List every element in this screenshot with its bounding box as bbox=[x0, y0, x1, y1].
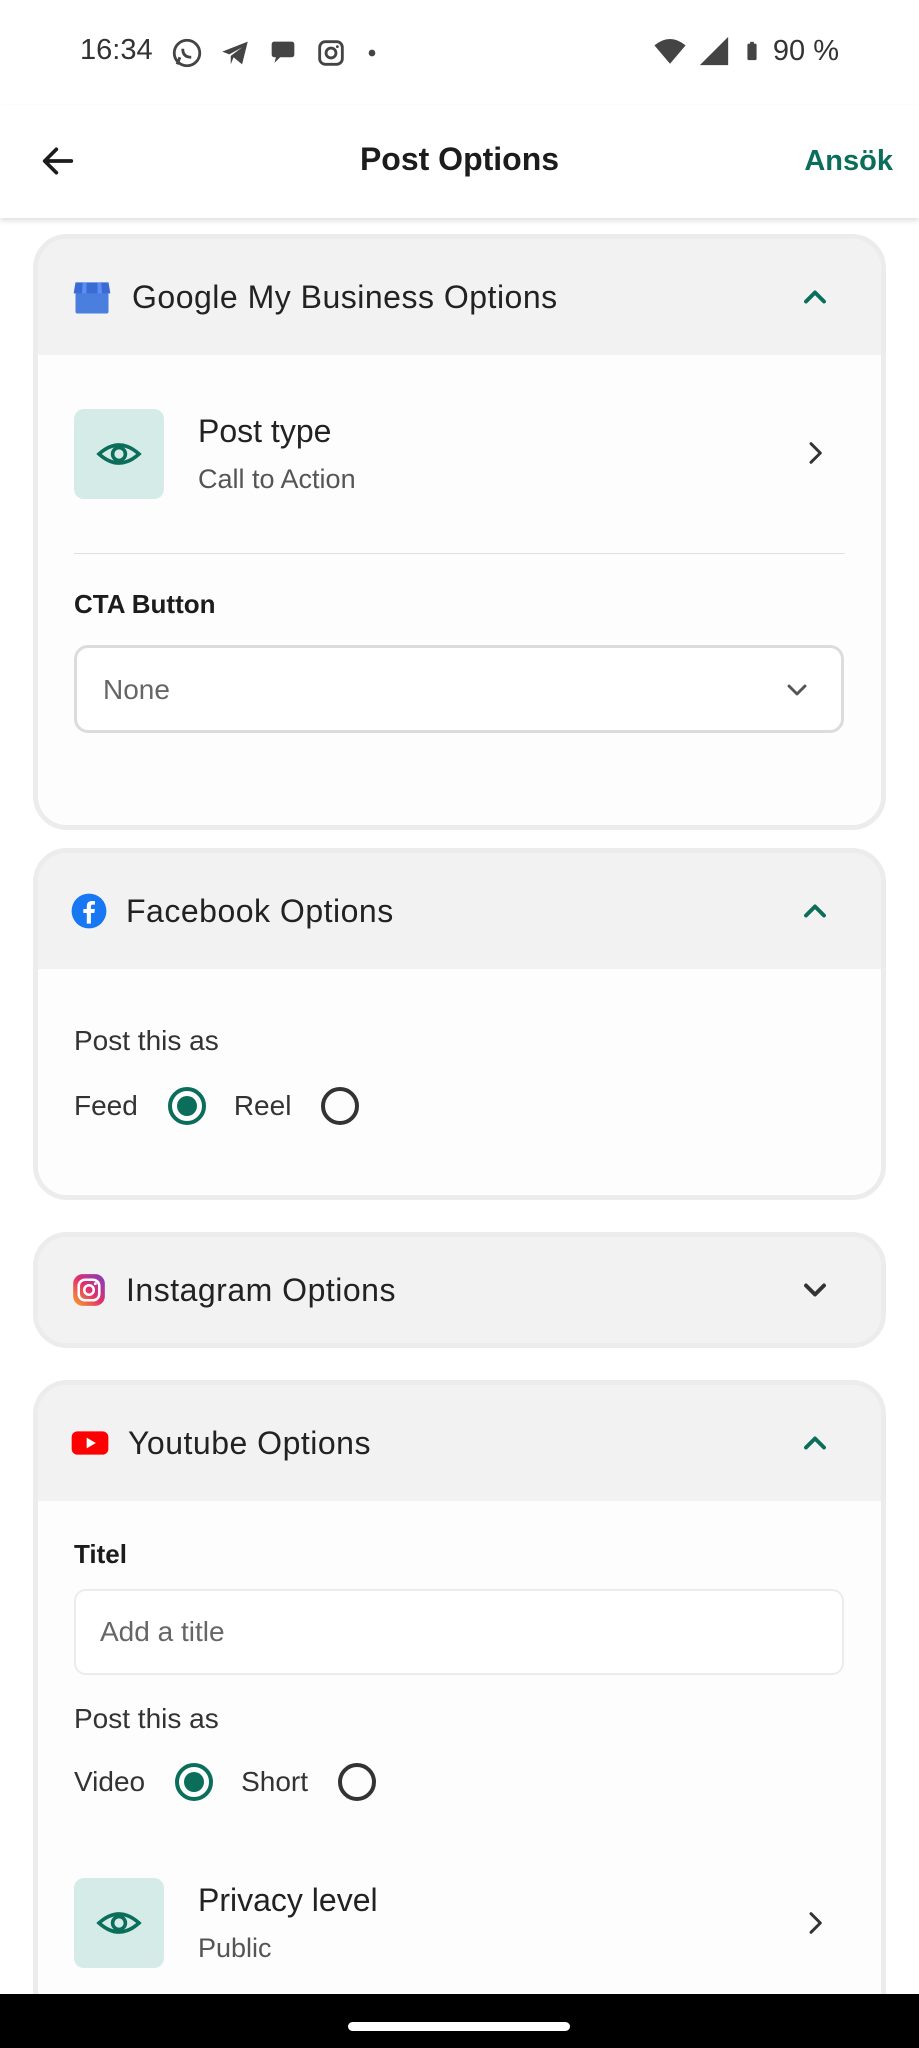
youtube-icon bbox=[71, 1431, 109, 1455]
system-icons: 90 % bbox=[653, 34, 839, 68]
youtube-post-as-label: Post this as bbox=[74, 1703, 219, 1734]
status-bar: 16:34 90 % bbox=[0, 0, 919, 105]
post-type-icon-box bbox=[74, 409, 164, 499]
signal-icon bbox=[699, 36, 729, 66]
chevron-down-icon bbox=[787, 684, 807, 696]
facebook-options-title: Facebook Options bbox=[126, 892, 394, 929]
system-nav-bar bbox=[0, 1994, 919, 2048]
gmb-options-title: Google My Business Options bbox=[132, 278, 558, 315]
instagram-icon bbox=[318, 40, 344, 66]
instagram-options-card: Instagram Options bbox=[33, 1232, 886, 1348]
cta-button-label: CTA Button bbox=[74, 589, 216, 619]
radio-video[interactable] bbox=[175, 1763, 214, 1801]
youtube-options-body: Titel Post this as Video Short Privacy l… bbox=[38, 1501, 881, 1994]
post-type-value: Call to Action bbox=[198, 464, 356, 494]
instagram-options-title: Instagram Options bbox=[126, 1271, 396, 1308]
instagram-icon bbox=[73, 1274, 105, 1306]
privacy-icon-box bbox=[74, 1878, 164, 1968]
facebook-post-as-radios: Feed Reel bbox=[74, 1087, 360, 1125]
youtube-options-header[interactable]: Youtube Options bbox=[38, 1385, 881, 1501]
radio-label-reel: Reel bbox=[233, 1090, 292, 1121]
gmb-options-card: Google My Business Options Post type Cal… bbox=[33, 234, 886, 830]
gmb-options-body: Post type Call to Action CTA Button None bbox=[38, 355, 881, 825]
youtube-options-title: Youtube Options bbox=[128, 1424, 371, 1461]
chevron-down-icon[interactable] bbox=[797, 1272, 833, 1308]
home-gesture-handle[interactable] bbox=[348, 2022, 570, 2031]
radio-label-feed: Feed bbox=[74, 1090, 138, 1121]
post-type-row[interactable]: Post type Call to Action bbox=[38, 355, 881, 553]
facebook-options-header[interactable]: Facebook Options bbox=[38, 853, 881, 969]
youtube-title-label: Titel bbox=[74, 1539, 127, 1569]
cta-select-value: None bbox=[103, 674, 170, 705]
notification-icons bbox=[170, 36, 382, 70]
facebook-options-body: Post this as Feed Reel bbox=[38, 969, 881, 1195]
chevron-right-icon bbox=[809, 1912, 822, 1934]
divider bbox=[74, 553, 845, 554]
privacy-level-value: Public bbox=[198, 1933, 272, 1963]
privacy-level-title: Privacy level bbox=[198, 1882, 378, 1918]
chevron-up-icon[interactable] bbox=[797, 279, 833, 315]
wifi-icon bbox=[654, 38, 686, 64]
battery-icon bbox=[747, 41, 757, 61]
telegram-icon bbox=[222, 41, 248, 65]
instagram-options-header[interactable]: Instagram Options bbox=[38, 1237, 881, 1343]
youtube-title-input[interactable] bbox=[74, 1589, 844, 1675]
options-list[interactable]: Google My Business Options Post type Cal… bbox=[0, 218, 919, 1994]
radio-feed[interactable] bbox=[167, 1087, 206, 1125]
chevron-up-icon[interactable] bbox=[797, 893, 833, 929]
radio-label-video: Video bbox=[74, 1766, 146, 1797]
youtube-options-card: Youtube Options Titel Post this as Video… bbox=[33, 1380, 886, 1994]
chevron-up-icon[interactable] bbox=[797, 1425, 833, 1461]
whatsapp-icon bbox=[172, 38, 202, 68]
radio-short[interactable] bbox=[338, 1763, 377, 1801]
page-title: Post Options bbox=[359, 141, 560, 177]
facebook-options-card: Facebook Options Post this as Feed Reel bbox=[33, 848, 886, 1200]
cta-button-select[interactable]: None bbox=[74, 645, 844, 733]
radio-reel[interactable] bbox=[321, 1087, 360, 1125]
youtube-post-as-radios: Video Short bbox=[74, 1763, 377, 1801]
eye-icon bbox=[96, 443, 142, 465]
facebook-icon bbox=[71, 893, 107, 929]
battery-level: 90 % bbox=[772, 34, 839, 67]
chat-bubble-icon bbox=[271, 41, 295, 63]
gmb-options-header[interactable]: Google My Business Options bbox=[38, 239, 881, 355]
app-bar: Post Options Ansök bbox=[0, 105, 919, 218]
google-business-icon bbox=[73, 282, 111, 314]
post-type-title: Post type bbox=[198, 413, 332, 449]
radio-label-short: Short bbox=[241, 1766, 309, 1797]
dot-icon bbox=[368, 49, 376, 57]
status-time: 16:34 bbox=[80, 34, 153, 66]
chevron-right-icon bbox=[809, 442, 822, 464]
privacy-level-row[interactable]: Privacy level Public bbox=[38, 1843, 881, 1994]
eye-icon bbox=[96, 1912, 142, 1934]
apply-button[interactable]: Ansök bbox=[804, 145, 893, 178]
facebook-post-as-label: Post this as bbox=[74, 1025, 219, 1056]
